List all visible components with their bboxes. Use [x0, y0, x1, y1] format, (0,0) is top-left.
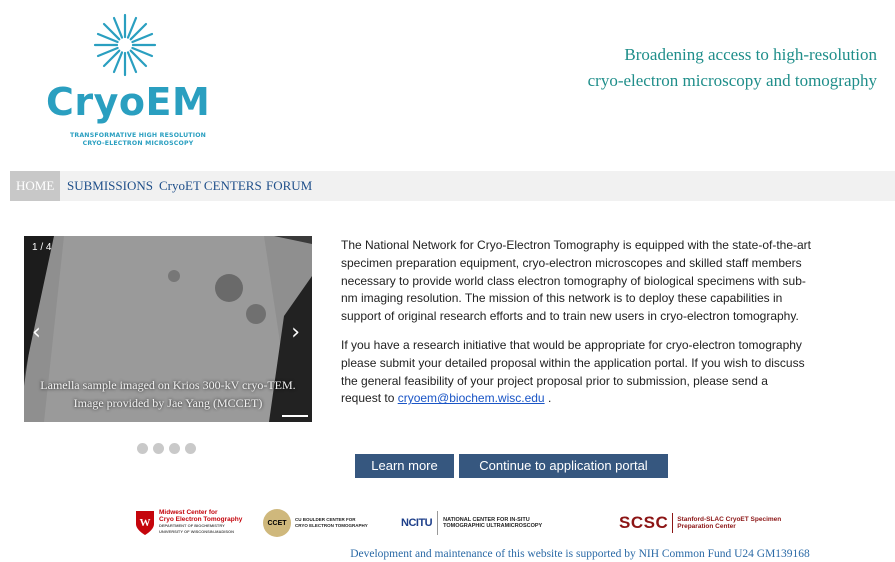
intro-paragraph-2-end: .: [544, 391, 552, 406]
tagline-line2: cryo-electron microscopy and tomography: [587, 71, 877, 90]
partner-scsc[interactable]: SCSC Stanford-SLAC CryoET Specimen Prepa…: [619, 506, 781, 540]
image-carousel[interactable]: 1 / 4 ‹ › Lamella sample imaged on Krios…: [24, 236, 312, 422]
logo-subtitle: TRANSFORMATIVE HIGH RESOLUTION CRYO-ELEC…: [48, 132, 228, 148]
logo-wordmark: CryoEM: [46, 80, 211, 124]
nav-item-submissions[interactable]: SUBMISSIONS: [67, 171, 153, 201]
site-tagline: Broadening access to high-resolution cry…: [588, 42, 877, 94]
ccet-text: CU BOULDER CENTER FOR CRYO ELECTRON TOMO…: [295, 517, 368, 530]
partner-ncitu[interactable]: NCITU NATIONAL CENTER FOR IN-SITU TOMOGR…: [401, 506, 542, 540]
mccet-text: Midwest Center for Cryo Electron Tomogra…: [159, 509, 242, 536]
logo-subtitle-line2: CRYO-ELECTRON MICROSCOPY: [82, 140, 194, 147]
nav-item-cryoet-centers[interactable]: CryoET CENTERS: [159, 171, 262, 201]
ncitu-divider: [437, 511, 439, 535]
nav-item-forum[interactable]: FORUM: [266, 171, 312, 201]
intro-paragraph-2: If you have a research initiative that w…: [341, 337, 811, 408]
ccet-badge-text: CCET: [267, 519, 287, 527]
scsc-line1: Stanford-SLAC CryoET Specimen: [677, 515, 782, 523]
scsc-badge-icon: SCSC: [619, 513, 668, 533]
scsc-divider: [672, 513, 674, 533]
slide-caption: Lamella sample imaged on Krios 300-kV cr…: [24, 376, 312, 412]
ncitu-badge-text: NCITU: [401, 517, 433, 529]
slide-caption-line2: Image provided by Jae Yang (MCCET): [73, 396, 263, 410]
slide-caption-line1: Lamella sample imaged on Krios 300-kV cr…: [40, 378, 296, 392]
funding-footer: Development and maintenance of this webs…: [350, 548, 810, 560]
intro-text: The National Network for Cryo-Electron T…: [341, 237, 811, 419]
carousel-dot-1[interactable]: [137, 443, 148, 454]
chevron-left-icon[interactable]: ‹: [32, 320, 41, 345]
carousel-indicators: [137, 443, 196, 454]
logo-subtitle-line1: TRANSFORMATIVE HIGH RESOLUTION: [69, 132, 207, 139]
starburst-icon: [93, 13, 157, 77]
learn-more-button[interactable]: Learn more: [355, 454, 454, 478]
ncitu-text: NATIONAL CENTER FOR IN-SITU TOMOGRAPHIC …: [443, 517, 542, 530]
ccet-badge-icon: CCET: [263, 509, 291, 537]
ncitu-badge-icon: NCITU: [401, 517, 433, 529]
main-nav: HOME SUBMISSIONS CryoET CENTERS FORUM: [10, 171, 895, 201]
carousel-dot-4[interactable]: [185, 443, 196, 454]
carousel-dot-3[interactable]: [169, 443, 180, 454]
cryoem-logo[interactable]: CryoEM TRANSFORMATIVE HIGH RESOLUTION CR…: [30, 8, 230, 148]
application-portal-button[interactable]: Continue to application portal: [459, 454, 668, 478]
scsc-text: Stanford-SLAC CryoET Specimen Preparatio…: [677, 516, 781, 531]
mccet-line4: UNIVERSITY OF WISCONSIN-MADISON: [159, 529, 235, 535]
slide-counter: 1 / 4: [32, 242, 52, 253]
uw-crest-icon: W: [136, 511, 154, 535]
scsc-line2: Preparation Center: [677, 523, 736, 530]
ncitu-line2: TOMOGRAPHIC ULTRAMICROSCOPY: [443, 523, 543, 529]
partner-mccet[interactable]: W Midwest Center for Cryo Electron Tomog…: [135, 506, 242, 540]
chevron-right-icon[interactable]: ›: [291, 320, 300, 345]
tagline-line1: Broadening access to high-resolution: [624, 45, 877, 64]
intro-paragraph-1: The National Network for Cryo-Electron T…: [341, 238, 811, 324]
partner-ccet[interactable]: CCET CU BOULDER CENTER FOR CRYO ELECTRON…: [263, 506, 368, 540]
scsc-badge-text: SCSC: [619, 513, 669, 532]
partner-logos: W Midwest Center for Cryo Electron Tomog…: [135, 506, 835, 540]
carousel-dot-2[interactable]: [153, 443, 164, 454]
contact-email-link[interactable]: cryoem@biochem.wisc.edu: [398, 391, 545, 405]
ccet-line2: CRYO ELECTRON TOMOGRAPHY: [295, 523, 368, 528]
nav-item-home[interactable]: HOME: [10, 171, 61, 201]
svg-text:W: W: [140, 517, 151, 529]
